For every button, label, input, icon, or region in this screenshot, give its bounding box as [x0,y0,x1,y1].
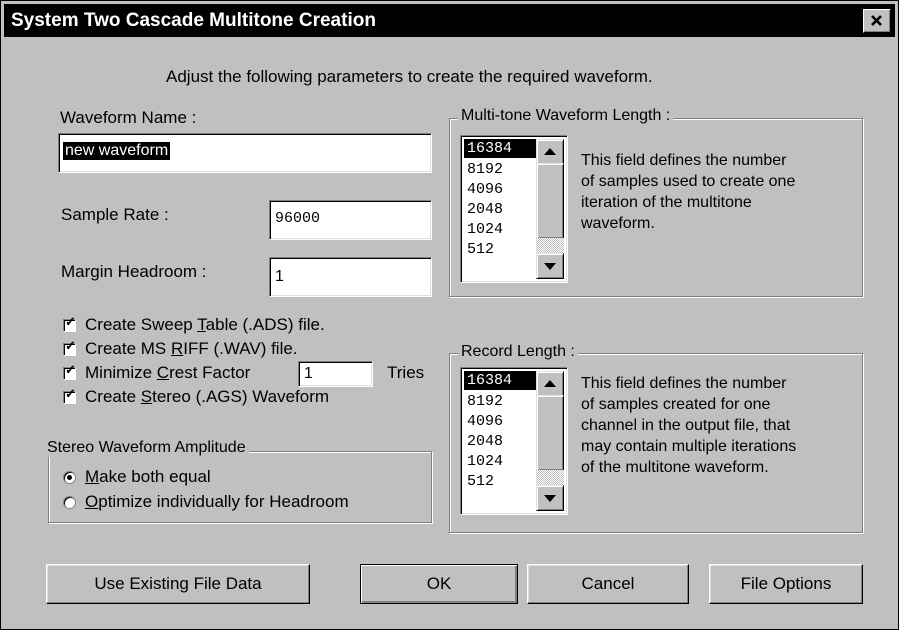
scroll-up-button[interactable] [536,139,564,165]
waveform-name-field[interactable]: new waveform [58,133,432,173]
cancel-button[interactable]: Cancel [527,564,689,604]
dialog-window: System Two Cascade Multitone Creation Ad… [0,0,899,630]
close-icon [871,15,882,26]
multitone-length-list[interactable]: 16384 8192 4096 2048 1024 512 [460,135,568,283]
radio-button[interactable] [63,496,76,509]
stereo-amplitude-title: Stereo Waveform Amplitude [44,439,249,457]
margin-headroom-value: 1 [275,268,284,285]
list-item[interactable]: 8192 [464,160,537,179]
margin-headroom-label: Margin Headroom : [61,262,207,281]
record-length-list[interactable]: 16384 8192 4096 2048 1024 512 [460,367,568,515]
sample-rate-value: 96000 [275,210,321,227]
list-item[interactable]: 2048 [464,432,537,451]
file-options-button[interactable]: File Options [709,564,863,604]
stereo-amplitude-group [48,451,432,523]
list-item[interactable]: 16384 [464,371,537,390]
radio-dot [67,475,72,480]
margin-headroom-field[interactable]: 1 [269,257,432,297]
multitone-length-title: Multi-tone Waveform Length : [458,107,674,125]
checkmark-icon [65,363,76,376]
list-item[interactable]: 16384 [464,139,537,158]
tries-label: Tries [387,363,425,382]
list-item[interactable]: 2048 [464,200,537,219]
radio-label: Optimize individually for Headroom [85,492,349,511]
checkbox-label: Create MS RIFF (.WAV) file. [85,339,298,358]
checkbox-box[interactable] [63,391,76,404]
checkbox-label: Minimize Crest Factor [85,363,251,382]
scroll-down-button[interactable] [536,485,564,511]
instructions-text: Adjust the following parameters to creat… [166,67,653,86]
waveform-name-label: Waveform Name : [60,108,197,127]
scroll-thumb[interactable] [536,395,564,471]
list-item[interactable]: 512 [464,240,537,259]
scroll-up-button[interactable] [536,371,564,397]
tries-value: 1 [304,365,313,382]
title-bar[interactable]: System Two Cascade Multitone Creation [4,4,895,37]
list-item[interactable]: 1024 [464,220,537,239]
scroll-down-button[interactable] [536,253,564,279]
tries-field[interactable]: 1 [298,361,373,387]
arrow-down-icon [544,263,556,270]
multitone-description: This field defines the number of samples… [581,152,796,232]
ok-button[interactable]: OK [360,564,518,604]
arrow-up-icon [544,380,556,387]
list-item[interactable]: 1024 [464,452,537,471]
arrow-up-icon [544,148,556,155]
checkmark-icon [65,339,76,352]
list-item[interactable]: 512 [464,472,537,491]
sample-rate-field[interactable]: 96000 [269,200,432,240]
scroll-thumb[interactable] [536,163,564,239]
list-item[interactable]: 8192 [464,392,537,411]
scroll-track[interactable] [536,470,564,485]
scroll-track[interactable] [536,238,564,253]
sample-rate-label: Sample Rate : [61,205,169,224]
checkbox-box[interactable] [63,319,76,332]
arrow-down-icon [544,495,556,502]
close-button[interactable] [863,9,891,33]
checkmark-icon [65,315,76,328]
window-title: System Two Cascade Multitone Creation [11,10,376,31]
checkbox-box[interactable] [63,343,76,356]
record-description: This field defines the number of samples… [581,375,797,476]
radio-button[interactable] [63,471,76,484]
list-item[interactable]: 4096 [464,412,537,431]
checkbox-label: Create Sweep Table (.ADS) file. [85,315,325,334]
record-length-title: Record Length : [458,343,578,361]
checkmark-icon [65,387,76,400]
checkbox-box[interactable] [63,367,76,380]
waveform-name-value: new waveform [63,142,171,160]
multitone-scrollbar[interactable] [536,139,564,279]
record-scrollbar[interactable] [536,371,564,511]
list-item[interactable]: 4096 [464,180,537,199]
checkbox-label: Create Stereo (.AGS) Waveform [85,387,330,406]
radio-label: Make both equal [85,467,211,486]
use-existing-file-data-button[interactable]: Use Existing File Data [46,564,310,604]
